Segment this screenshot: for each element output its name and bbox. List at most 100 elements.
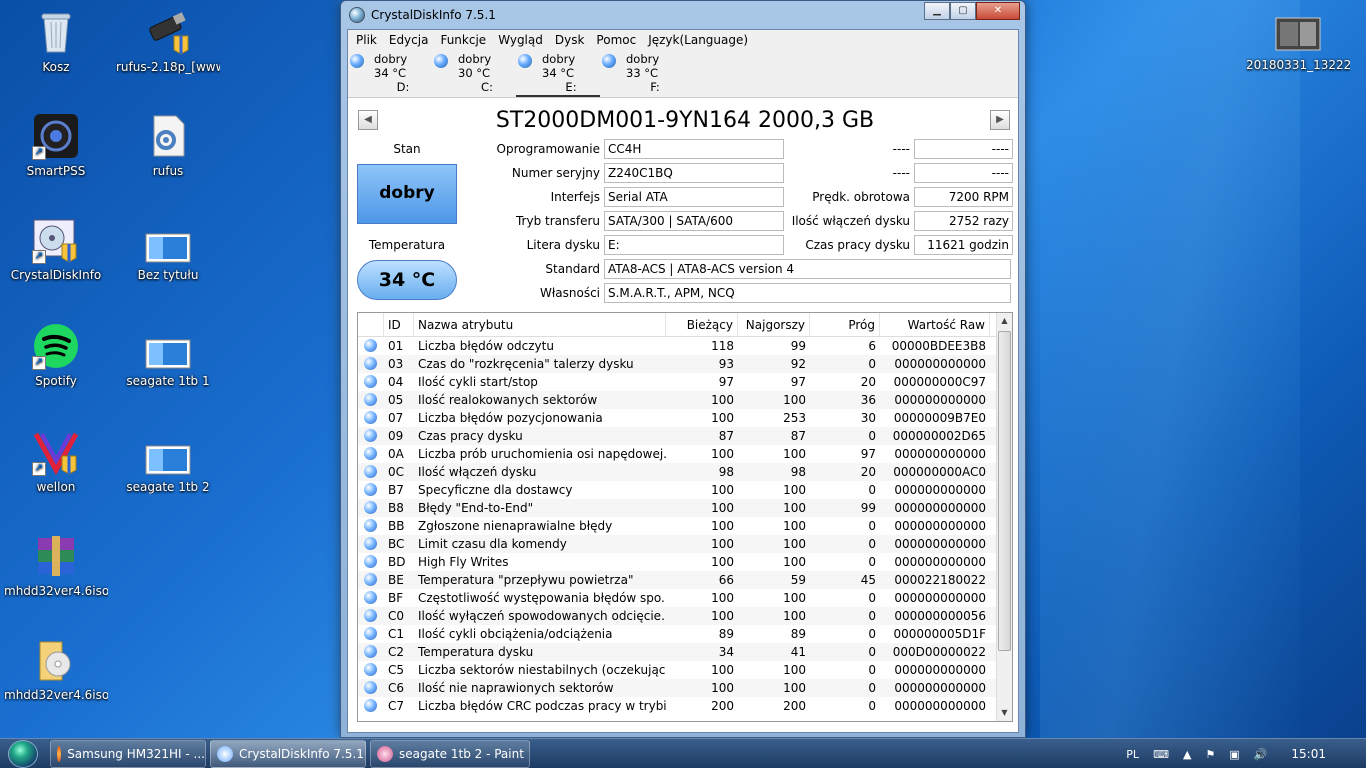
clock[interactable]: 15:01 [1291,747,1326,761]
crystaldiskinfo-window[interactable]: CrystalDiskInfo 7.5.1 ▁ ▢ ✕ Plik Edycja … [340,0,1026,738]
table-row[interactable]: C1 Ilość cykli obciążenia/odciążenia 89 89 0… [358,625,1012,643]
desktop-icon-seagate-1[interactable]: seagate 1tb 1 [116,334,220,388]
drive-button-c[interactable]: dobry 30 °C C: [432,50,516,97]
cell-threshold: 0 [868,519,876,533]
cell-raw: 000000000000 [894,663,986,677]
health-status-button[interactable]: dobry [357,164,457,224]
status-good-icon [364,339,377,352]
status-cell [358,463,384,481]
table-row[interactable]: BC Limit czasu dla komendy 100 100 0 00000000… [358,535,1012,553]
spotify-icon: ↗ [32,322,80,370]
status-cell [358,355,384,373]
maximize-button[interactable]: ▢ [950,2,976,20]
status-good-icon [364,447,377,460]
minimize-button[interactable]: ▁ [924,2,950,20]
menu-plik[interactable]: Plik [350,33,383,47]
taskbar-item-firefox[interactable]: Samsung HM321HI - ... [50,739,206,768]
cell-threshold: 0 [868,591,876,605]
cell-id: 01 [388,339,404,353]
table-row[interactable]: 07 Liczba błędów pozycjonowania 100 253 30 00… [358,409,1012,427]
desktop-icon-mhdd-archive[interactable]: mhdd32ver4.6iso [4,532,108,598]
cell-name: Częstotliwość występowania błędów spo... [418,591,666,605]
table-row[interactable]: C5 Liczba sektorów niestabilnych (oczekuj… [358,661,1012,679]
keyboard-icon[interactable]: ⌨ [1153,748,1169,761]
table-row[interactable]: 01 Liczba błędów odczytu 118 99 6 00000BDEE3B… [358,337,1012,355]
column-header-threshold[interactable]: Próg [810,313,880,336]
table-row[interactable]: B7 Specyficzne dla dostawcy 100 100 0 0000000… [358,481,1012,499]
table-row[interactable]: C0 Ilość wyłączeń spowodowanych odcięcie.… [358,607,1012,625]
language-indicator[interactable]: PL [1126,748,1139,761]
table-row[interactable]: 0C Ilość włączeń dysku 98 98 20 000000000AC0 [358,463,1012,481]
column-header-raw[interactable]: Wartość Raw [880,313,990,336]
column-header-current[interactable]: Bieżący [666,313,738,336]
scroll-thumb[interactable] [998,331,1011,651]
scroll-up-icon[interactable]: ▲ [997,313,1012,329]
volume-icon[interactable]: 🔊 [1254,748,1268,761]
network-icon[interactable]: ▣ [1229,748,1239,761]
taskbar-item-crystaldiskinfo[interactable]: CrystalDiskInfo 7.5.1 [210,739,366,768]
table-row[interactable]: C6 Ilość nie naprawionych sektorów 100 100 0… [358,679,1012,697]
desktop-icon-mhdd-folder[interactable]: mhdd32ver4.6iso [4,636,108,702]
cell-raw: 000000000000 [894,501,986,515]
desktop-icon-smartpss[interactable]: ↗ SmartPSS [4,112,108,178]
cell-name: Zgłoszone nienaprawialne błędy [418,519,613,533]
table-row[interactable]: C2 Temperatura dysku 34 41 0 000D00000022 [358,643,1012,661]
desktop-icon-crystaldiskinfo[interactable]: ↗ CrystalDiskInfo [4,216,108,282]
drive-button-e[interactable]: dobry 34 °C E: [516,50,600,97]
cell-id: C1 [388,627,405,641]
table-row[interactable]: 0A Liczba prób uruchomienia osi napędowej… [358,445,1012,463]
table-row[interactable]: C7 Liczba błędów CRC podczas pracy w tryb… [358,697,1012,715]
desktop-icon-rufus[interactable]: rufus [116,112,220,178]
table-row[interactable]: 04 Ilość cykli start/stop 97 97 20 000000000C… [358,373,1012,391]
menu-pomoc[interactable]: Pomoc [590,33,642,47]
menu-language[interactable]: Język(Language) [642,33,754,47]
action-center-icon[interactable]: ⚑ [1205,748,1215,761]
desktop-icon-seagate-2[interactable]: seagate 1tb 2 [116,440,220,494]
desktop-icon-rufus-download[interactable]: rufus-2.18p_[www... [116,8,220,74]
field-transfer-mode: Tryb transferu SATA/300 | SATA/600 [466,211,784,231]
scroll-down-icon[interactable]: ▼ [997,705,1012,721]
drive-button-d[interactable]: dobry 34 °C D: [348,50,432,97]
tray-expand-icon[interactable]: ▲ [1183,748,1191,761]
desktop-icon-photo[interactable]: 20180331_132225 [1246,14,1350,72]
close-button[interactable]: ✕ [976,2,1020,20]
desktop-icon-label: mhdd32ver4.6iso [4,688,108,702]
start-button[interactable] [0,739,46,768]
drive-button-f[interactable]: dobry 33 °C F: [600,50,684,97]
cell-worst: 100 [783,519,806,533]
desktop-icon-wellon[interactable]: ↗ wellon [4,428,108,494]
desktop-icon-spotify[interactable]: ↗ Spotify [4,322,108,388]
cell-threshold: 0 [868,627,876,641]
status-cell [358,625,384,643]
table-scrollbar[interactable]: ▲ ▼ [996,313,1012,721]
desktop-icon-bez-tytulu[interactable]: Bez tytułu [116,228,220,282]
table-row[interactable]: BD High Fly Writes 100 100 0 000000000000 [358,553,1012,571]
cell-name: High Fly Writes [418,555,509,569]
menu-dysk[interactable]: Dysk [549,33,591,47]
window-titlebar[interactable]: CrystalDiskInfo 7.5.1 [341,1,1025,29]
menu-wyglad[interactable]: Wygląd [492,33,549,47]
taskbar-item-label: Samsung HM321HI - ... [67,746,205,761]
table-row[interactable]: 05 Ilość realokowanych sektorów 100 100 36 00… [358,391,1012,409]
table-row[interactable]: BE Temperatura "przepływu powietrza" 66 59 4… [358,571,1012,589]
table-row[interactable]: B8 Błędy "End-to-End" 100 100 99 000000000000 [358,499,1012,517]
cell-worst: 98 [790,465,806,479]
column-header-worst[interactable]: Najgorszy [738,313,810,336]
next-disk-button[interactable]: ▶ [990,110,1010,130]
field-label: Czas pracy dysku [805,238,910,252]
desktop-icon-recycle-bin[interactable]: Kosz [4,8,108,74]
menu-funkcje[interactable]: Funkcje [434,33,492,47]
column-header-name[interactable]: Nazwa atrybutu [414,313,666,336]
table-row[interactable]: 03 Czas do "rozkręcenia" talerzy dysku 93 9… [358,355,1012,373]
table-row[interactable]: 09 Czas pracy dysku 87 87 0 000000002D65 [358,427,1012,445]
desktop-icon-label: seagate 1tb 2 [126,480,210,494]
menu-edycja[interactable]: Edycja [383,33,435,47]
table-row[interactable]: BB Zgłoszone nienaprawialne błędy 100 100 0 0… [358,517,1012,535]
smart-attributes-table: ID Nazwa atrybutu Bieżący Najgorszy Próg… [357,312,1013,722]
taskbar-item-paint[interactable]: seagate 1tb 2 - Paint [370,739,530,768]
column-header-id[interactable]: ID [384,313,414,336]
table-row[interactable]: BF Częstotliwość występowania błędów spo.… [358,589,1012,607]
cell-raw: 000000000000 [894,519,986,533]
field-value: E: [604,235,784,255]
shortcut-arrow-icon: ↗ [32,146,46,160]
